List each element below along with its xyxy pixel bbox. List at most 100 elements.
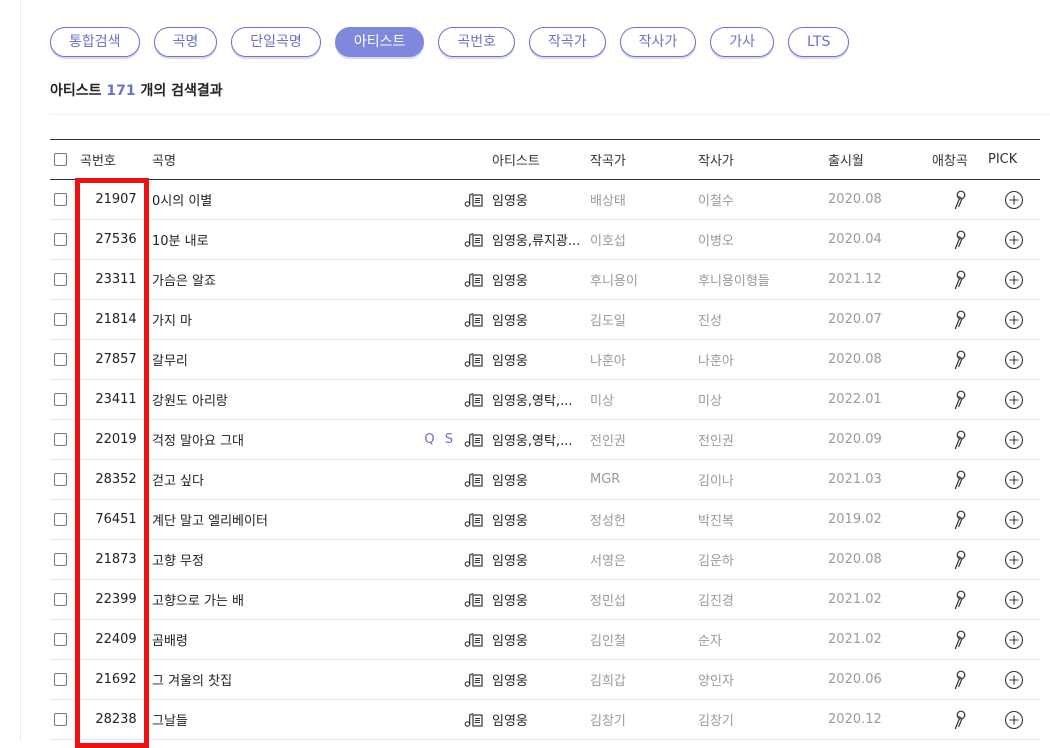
music-sheet-icon[interactable] — [464, 272, 484, 288]
qs-badge[interactable] — [422, 699, 456, 740]
song-title[interactable]: 가슴은 알죠 — [152, 259, 422, 300]
tab-artist[interactable]: 아티스트 — [334, 27, 425, 57]
song-title[interactable]: 걱정 말아요 그대 — [152, 419, 422, 460]
microphone-icon[interactable] — [953, 510, 967, 530]
microphone-icon[interactable] — [953, 550, 967, 570]
artist-name[interactable]: 임영웅 — [492, 619, 590, 660]
song-title[interactable]: 10분 내로 — [152, 219, 422, 260]
plus-circle-icon[interactable] — [1004, 710, 1024, 730]
song-title[interactable]: 그 겨울의 찻집 — [152, 659, 422, 700]
microphone-icon[interactable] — [953, 190, 967, 210]
microphone-icon[interactable] — [953, 390, 967, 410]
row-checkbox[interactable] — [54, 673, 67, 686]
plus-circle-icon[interactable] — [1004, 270, 1024, 290]
row-checkbox[interactable] — [54, 273, 67, 286]
plus-circle-icon[interactable] — [1004, 310, 1024, 330]
row-checkbox[interactable] — [54, 513, 67, 526]
row-checkbox[interactable] — [54, 233, 67, 246]
microphone-icon[interactable] — [953, 310, 967, 330]
plus-circle-icon[interactable] — [1004, 430, 1024, 450]
qs-badge[interactable] — [422, 659, 456, 700]
artist-name[interactable]: 임영웅 — [492, 299, 590, 340]
song-title[interactable]: 걷고 싶다 — [152, 459, 422, 500]
music-sheet-icon[interactable] — [464, 392, 484, 408]
qs-badge[interactable] — [422, 619, 456, 660]
artist-name[interactable]: 임영웅 — [492, 539, 590, 580]
qs-badge[interactable] — [422, 219, 456, 260]
plus-circle-icon[interactable] — [1004, 470, 1024, 490]
tab-lts[interactable]: LTS — [788, 27, 850, 57]
qs-badge[interactable] — [422, 339, 456, 380]
select-all-checkbox[interactable] — [54, 153, 67, 166]
music-sheet-icon[interactable] — [464, 312, 484, 328]
microphone-icon[interactable] — [953, 230, 967, 250]
row-checkbox[interactable] — [54, 393, 67, 406]
plus-circle-icon[interactable] — [1004, 510, 1024, 530]
row-checkbox[interactable] — [54, 633, 67, 646]
artist-name[interactable]: 임영웅,영탁,... — [492, 419, 590, 460]
microphone-icon[interactable] — [953, 590, 967, 610]
music-sheet-icon[interactable] — [464, 232, 484, 248]
artist-name[interactable]: 임영웅 — [492, 459, 590, 500]
plus-circle-icon[interactable] — [1004, 590, 1024, 610]
row-checkbox[interactable] — [54, 713, 67, 726]
microphone-icon[interactable] — [953, 470, 967, 490]
song-title[interactable]: 계단 말고 엘리베이터 — [152, 499, 422, 540]
tab-lyricist[interactable]: 작사가 — [619, 27, 697, 57]
microphone-icon[interactable] — [953, 710, 967, 730]
qs-badge[interactable] — [422, 459, 456, 500]
artist-name[interactable]: 임영웅 — [492, 659, 590, 700]
tab-song-number[interactable]: 곡번호 — [438, 27, 515, 57]
plus-circle-icon[interactable] — [1004, 550, 1024, 570]
microphone-icon[interactable] — [953, 630, 967, 650]
tab-single-song-title[interactable]: 단일곡명 — [231, 27, 321, 57]
song-title[interactable]: 갈무리 — [152, 339, 422, 380]
qs-badge[interactable] — [422, 259, 456, 300]
music-sheet-icon[interactable] — [464, 592, 484, 608]
music-sheet-icon[interactable] — [464, 432, 484, 448]
microphone-icon[interactable] — [953, 670, 967, 690]
plus-circle-icon[interactable] — [1004, 190, 1024, 210]
plus-circle-icon[interactable] — [1004, 390, 1024, 410]
tab-composer[interactable]: 작곡가 — [529, 27, 606, 57]
qs-badge[interactable] — [422, 299, 456, 340]
qs-badge[interactable] — [422, 379, 456, 420]
music-sheet-icon[interactable] — [464, 512, 484, 528]
tab-integrated-search[interactable]: 통합검색 — [50, 27, 140, 57]
song-title[interactable]: 곰배령 — [152, 619, 422, 660]
artist-name[interactable]: 임영웅 — [492, 179, 590, 220]
qs-badge[interactable] — [422, 579, 456, 620]
artist-name[interactable]: 임영웅 — [492, 579, 590, 620]
song-title[interactable]: 그날들 — [152, 699, 422, 740]
plus-circle-icon[interactable] — [1004, 670, 1024, 690]
microphone-icon[interactable] — [953, 350, 967, 370]
music-sheet-icon[interactable] — [464, 632, 484, 648]
qs-badge[interactable]: Q S — [422, 419, 456, 460]
qs-badge[interactable] — [422, 499, 456, 540]
artist-name[interactable]: 임영웅 — [492, 259, 590, 300]
music-sheet-icon[interactable] — [464, 352, 484, 368]
plus-circle-icon[interactable] — [1004, 350, 1024, 370]
song-title[interactable]: 0시의 이별 — [152, 179, 422, 220]
row-checkbox[interactable] — [54, 553, 67, 566]
song-title[interactable]: 가지 마 — [152, 299, 422, 340]
artist-name[interactable]: 임영웅,류지광... — [492, 219, 590, 260]
qs-badge[interactable] — [422, 179, 456, 220]
song-title[interactable]: 고향 무정 — [152, 539, 422, 580]
artist-name[interactable]: 임영웅 — [492, 499, 590, 540]
artist-name[interactable]: 임영웅,영탁,... — [492, 379, 590, 420]
music-sheet-icon[interactable] — [464, 472, 484, 488]
row-checkbox[interactable] — [54, 313, 67, 326]
row-checkbox[interactable] — [54, 593, 67, 606]
row-checkbox[interactable] — [54, 193, 67, 206]
plus-circle-icon[interactable] — [1004, 630, 1024, 650]
row-checkbox[interactable] — [54, 353, 67, 366]
qs-badge[interactable] — [422, 539, 456, 580]
music-sheet-icon[interactable] — [464, 192, 484, 208]
music-sheet-icon[interactable] — [464, 552, 484, 568]
row-checkbox[interactable] — [54, 433, 67, 446]
tab-song-title[interactable]: 곡명 — [153, 27, 218, 57]
song-title[interactable]: 강원도 아리랑 — [152, 379, 422, 420]
music-sheet-icon[interactable] — [464, 712, 484, 728]
music-sheet-icon[interactable] — [464, 672, 484, 688]
